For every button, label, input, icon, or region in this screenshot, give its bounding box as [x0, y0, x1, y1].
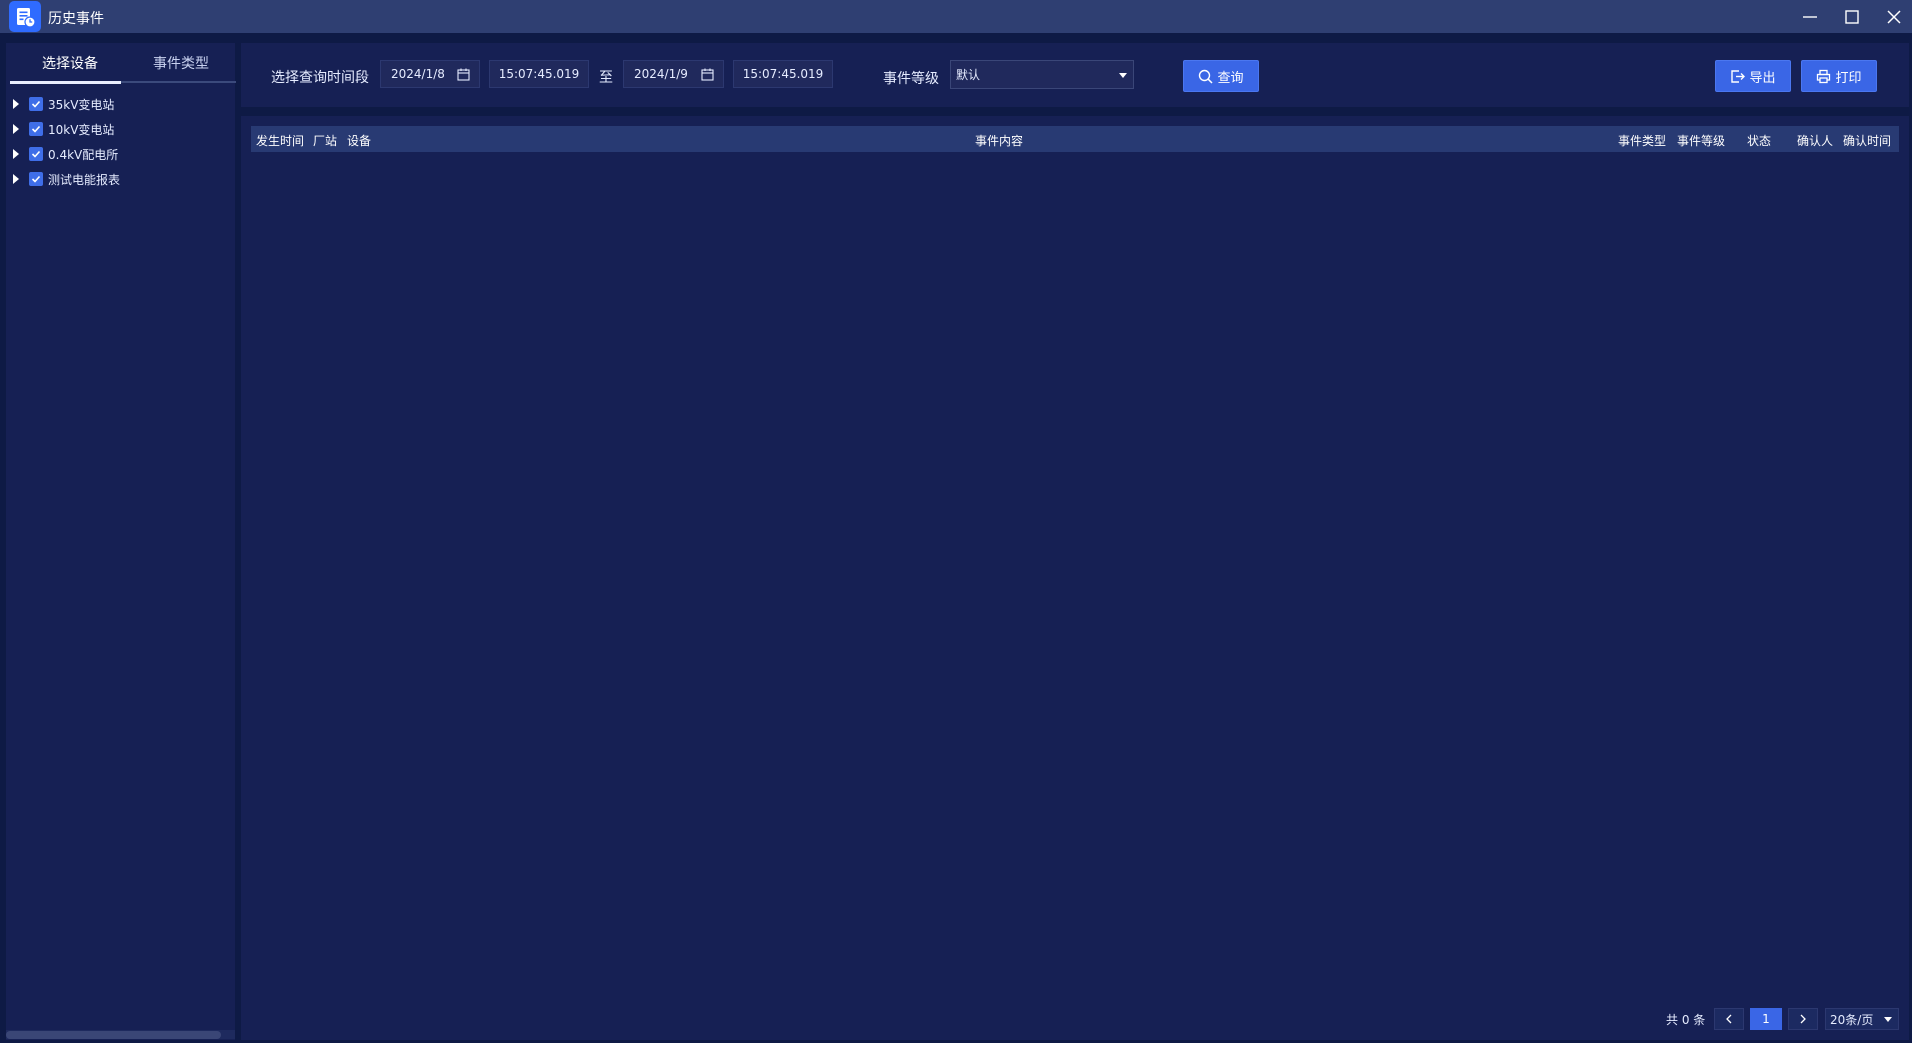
tree-item-label: 测试电能报表	[48, 172, 121, 187]
column-header-device[interactable]: 设备	[347, 132, 371, 149]
tree-item[interactable]: 测试电能报表	[6, 168, 235, 190]
to-label: 至	[599, 70, 613, 86]
start-date-input[interactable]: 2024/1/8	[380, 60, 480, 88]
event-level-select[interactable]: 默认	[950, 60, 1134, 89]
tree-item[interactable]: 35kV变电站	[6, 93, 235, 115]
total-count: 共 0 条	[1666, 1013, 1706, 1027]
events-table: 发生时间 厂站 设备 事件内容 事件类型 事件等级 状态 确认人 确认时间 共 …	[241, 116, 1909, 1040]
maximize-icon	[1845, 9, 1859, 24]
close-button[interactable]	[1872, 0, 1912, 33]
tree-item-label: 0.4kV配电所	[48, 147, 119, 162]
close-icon	[1887, 9, 1901, 24]
expand-arrow-icon[interactable]	[13, 99, 19, 109]
tree-item[interactable]: 10kV变电站	[6, 118, 235, 140]
checkmark-icon	[31, 150, 41, 158]
checkmark-icon	[31, 100, 41, 108]
window-title: 历史事件	[48, 11, 104, 27]
calendar-icon[interactable]	[457, 68, 470, 81]
tab-select-device[interactable]: 选择设备	[14, 43, 126, 83]
query-button-label: 查询	[1217, 70, 1244, 86]
expand-arrow-icon[interactable]	[13, 149, 19, 159]
column-header-confirmer[interactable]: 确认人	[1797, 132, 1833, 149]
document-clock-icon	[9, 1, 41, 32]
tree-item[interactable]: 0.4kV配电所	[6, 143, 235, 165]
page-size-value: 20条/页	[1830, 1012, 1874, 1027]
start-time-input[interactable]: 15:07:45.019	[489, 60, 589, 88]
column-header-type[interactable]: 事件类型	[1618, 132, 1666, 149]
scrollbar-thumb[interactable]	[6, 1031, 221, 1039]
chevron-down-icon	[1119, 73, 1127, 78]
checkmark-icon	[31, 125, 41, 133]
end-date-value: 2024/1/9	[634, 67, 688, 81]
prev-page-button[interactable]	[1714, 1008, 1744, 1030]
expand-arrow-icon[interactable]	[13, 124, 19, 134]
event-level-value: 默认	[956, 68, 981, 82]
time-range-label: 选择查询时间段	[271, 70, 369, 86]
panel-tabs: 选择设备 事件类型	[6, 43, 237, 84]
column-header-station[interactable]: 厂站	[313, 132, 337, 149]
column-header-level[interactable]: 事件等级	[1677, 132, 1725, 149]
column-header-status[interactable]: 状态	[1747, 132, 1771, 149]
table-header: 发生时间 厂站 设备 事件内容 事件类型 事件等级 状态 确认人 确认时间	[251, 126, 1899, 152]
checkbox[interactable]	[29, 172, 43, 186]
checkbox[interactable]	[29, 97, 43, 111]
export-button-label: 导出	[1749, 70, 1776, 86]
page-size-select[interactable]: 20条/页	[1825, 1008, 1899, 1030]
calendar-icon[interactable]	[701, 68, 714, 81]
printer-icon	[1817, 69, 1831, 83]
export-button[interactable]: 导出	[1715, 60, 1791, 92]
chevron-down-icon	[1884, 1017, 1892, 1022]
end-time-input[interactable]: 15:07:45.019	[733, 60, 833, 88]
print-button-label: 打印	[1835, 70, 1862, 86]
page-number-button[interactable]: 1	[1750, 1008, 1782, 1030]
title-bar: 历史事件	[0, 0, 1912, 33]
maximize-button[interactable]	[1830, 0, 1874, 33]
column-header-content[interactable]: 事件内容	[975, 132, 1023, 149]
tree-item-label: 10kV变电站	[48, 122, 115, 137]
query-toolbar: 选择查询时间段 2024/1/8 15:07:45.019 至 2024/1/9…	[241, 43, 1909, 107]
chevron-right-icon	[1800, 1014, 1806, 1024]
checkmark-icon	[31, 175, 41, 183]
next-page-button[interactable]	[1788, 1008, 1818, 1030]
minimize-button[interactable]	[1788, 0, 1832, 33]
column-header-confirm-time[interactable]: 确认时间	[1843, 132, 1891, 149]
tab-event-type[interactable]: 事件类型	[125, 43, 237, 83]
start-date-value: 2024/1/8	[391, 67, 445, 81]
column-header-time[interactable]: 发生时间	[256, 132, 304, 149]
tab-active-indicator	[10, 81, 121, 84]
export-icon	[1731, 69, 1746, 83]
checkbox[interactable]	[29, 147, 43, 161]
chevron-left-icon	[1726, 1014, 1732, 1024]
print-button[interactable]: 打印	[1801, 60, 1877, 92]
expand-arrow-icon[interactable]	[13, 174, 19, 184]
search-icon	[1199, 69, 1214, 84]
device-panel: 选择设备 事件类型 35kV变电站 10kV变电站 0.4kV配电所 测试电能报…	[6, 43, 237, 1040]
minimize-icon	[1803, 15, 1817, 18]
end-date-input[interactable]: 2024/1/9	[623, 60, 724, 88]
event-level-label: 事件等级	[883, 71, 939, 87]
query-button[interactable]: 查询	[1183, 60, 1259, 92]
checkbox[interactable]	[29, 122, 43, 136]
tree-item-label: 35kV变电站	[48, 97, 115, 112]
